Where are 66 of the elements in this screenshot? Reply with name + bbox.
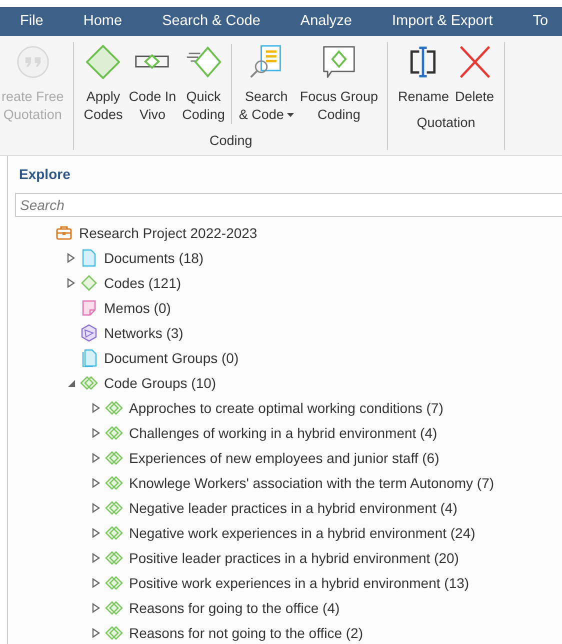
expand-arrow-icon[interactable]	[66, 278, 76, 288]
document-group-icon	[80, 349, 98, 367]
expand-arrow-icon[interactable]	[91, 528, 101, 538]
double-diamond-icon	[105, 449, 123, 467]
collapse-arrow-icon[interactable]	[66, 378, 76, 388]
double-diamond-icon	[80, 374, 98, 392]
tree-item[interactable]: Networks (3)	[104, 322, 184, 344]
ribbon-button[interactable]: Code In Vivo	[126, 44, 180, 124]
tree-item[interactable]: Approches to create optimal working conditions (7)	[129, 398, 444, 418]
group-label: Quotation	[416, 115, 476, 130]
expand-arrow-icon[interactable]	[91, 403, 101, 413]
tree-item[interactable]: Positive work experiences in a hybrid environment (13)	[129, 572, 470, 594]
panel-title: Explore	[18, 165, 70, 184]
menu-item[interactable]: Import & Export	[372, 7, 513, 36]
quick-coding-icon	[184, 44, 222, 80]
expand-arrow-icon[interactable]	[91, 453, 101, 463]
tree-item[interactable]: Code Groups (10)	[104, 372, 216, 394]
double-diamond-icon	[105, 549, 123, 567]
ribbon-button[interactable]: Delete	[452, 44, 498, 106]
double-diamond-icon	[105, 524, 123, 542]
tree-item[interactable]: Documents (18)	[104, 248, 204, 268]
diamond-icon	[80, 274, 98, 292]
tree-item[interactable]: Positive leader practices in a hybrid environment (20)	[129, 548, 459, 568]
ribbon-button[interactable]: Search & Code	[236, 44, 297, 124]
double-diamond-icon	[105, 574, 123, 592]
tree-item[interactable]: Reasons for not going to the office (2)	[129, 622, 363, 644]
tree-item[interactable]: Memos (0)	[104, 298, 171, 318]
ribbon-button[interactable]: Apply Codes	[80, 44, 126, 124]
expand-arrow-icon[interactable]	[91, 603, 101, 613]
menu-item[interactable]: Analyze	[280, 7, 372, 36]
tree-item[interactable]: Negative work experiences in a hybrid environment (24)	[129, 522, 476, 544]
expand-arrow-icon[interactable]	[66, 253, 76, 263]
tree-item[interactable]: Experiences of new employees and junior staff (6)	[129, 448, 440, 468]
ribbon-button[interactable]: Focus Group Coding	[296, 44, 381, 124]
search-field[interactable]: Search	[15, 193, 562, 217]
tree-item[interactable]: Challenges of working in a hybrid environment (4)	[129, 422, 438, 444]
menu-item[interactable]: Home	[63, 7, 142, 36]
expand-arrow-icon[interactable]	[91, 478, 101, 488]
tree-item[interactable]: Document Groups (0)	[104, 348, 239, 368]
ribbon-button[interactable]: Rename	[394, 44, 452, 106]
double-diamond-icon	[105, 499, 123, 517]
network-icon	[80, 324, 98, 342]
double-diamond-icon	[105, 624, 123, 642]
diamond-icon	[84, 44, 122, 80]
memo-icon	[80, 299, 98, 317]
tree-item[interactable]: Negative leader practices in a hybrid environment (4)	[129, 498, 458, 518]
tree-item[interactable]: Knowlege Workers' association with the term Autonomy (7)	[129, 472, 494, 494]
expand-arrow-icon[interactable]	[91, 428, 101, 438]
briefcase-icon	[55, 224, 73, 242]
ribbon-button[interactable]: Quick Coding	[179, 44, 228, 124]
tree-item[interactable]: Codes (121)	[104, 272, 182, 294]
group-label: Coding	[209, 133, 252, 148]
expand-arrow-icon[interactable]	[91, 578, 101, 588]
tree-item[interactable]: Research Project 2022-2023	[79, 222, 258, 244]
menu-item[interactable]: File	[0, 7, 64, 36]
double-diamond-icon	[105, 424, 123, 442]
double-diamond-icon	[105, 399, 123, 417]
tree-item[interactable]: Reasons for going to the office (4)	[129, 598, 340, 618]
expand-arrow-icon[interactable]	[91, 628, 101, 638]
menu-item[interactable]: Search & Code	[142, 7, 280, 36]
double-diamond-icon	[105, 599, 123, 617]
expand-arrow-icon[interactable]	[91, 503, 101, 513]
expand-arrow-icon[interactable]	[91, 553, 101, 563]
double-diamond-icon	[105, 474, 123, 492]
document-icon	[80, 249, 98, 267]
menu-item[interactable]: To	[512, 7, 562, 36]
